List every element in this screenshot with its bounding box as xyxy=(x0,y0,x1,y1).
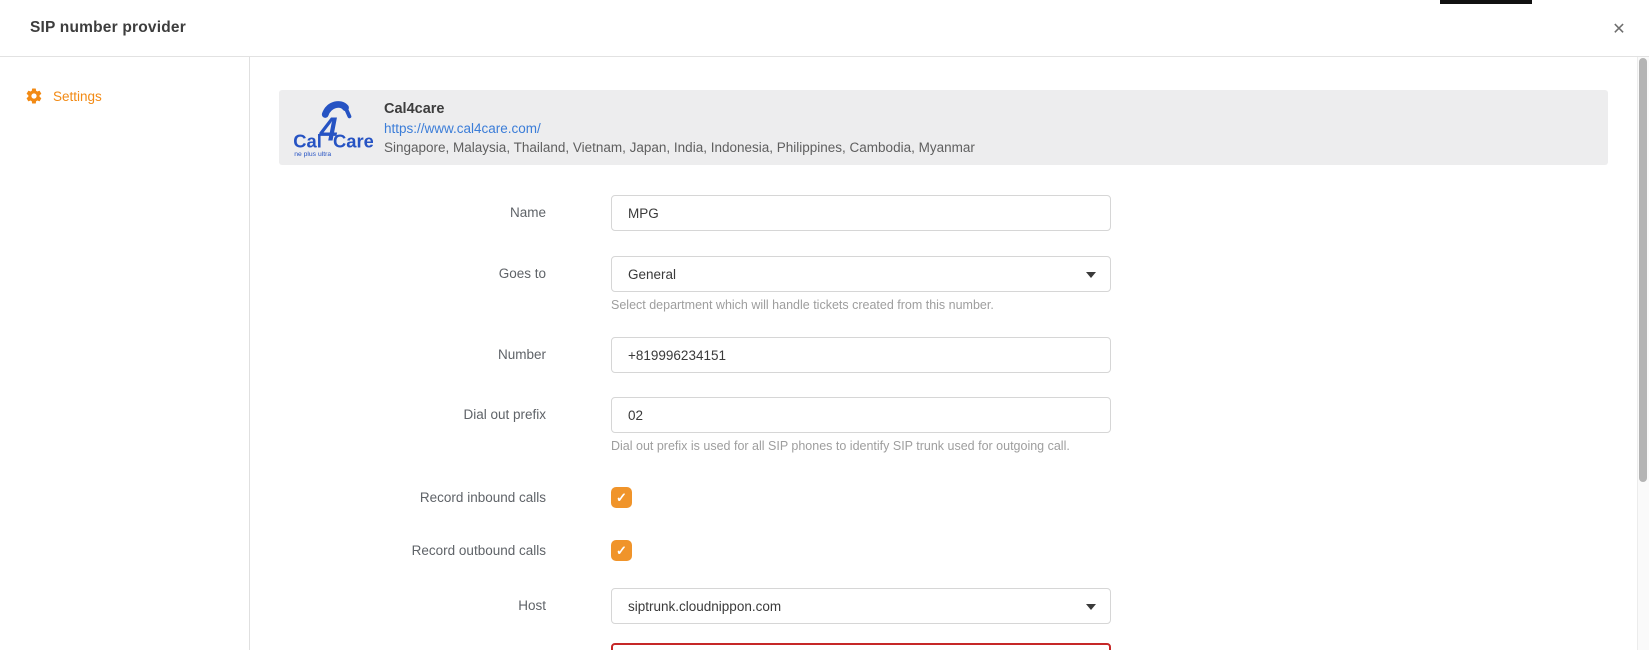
provider-logo: 4 Cal Care ne plus ultra xyxy=(291,98,373,158)
chevron-down-icon xyxy=(1086,272,1096,278)
form-row-record-inbound: Record inbound calls ✓ xyxy=(250,487,1649,508)
check-icon: ✓ xyxy=(616,491,627,504)
page-title: SIP number provider xyxy=(30,19,186,37)
goes-to-help-text: Select department which will handle tick… xyxy=(611,297,1111,313)
provider-info: Cal4care https://www.cal4care.com/ Singa… xyxy=(384,99,975,157)
sidebar: Settings xyxy=(0,57,250,650)
host-select[interactable]: siptrunk.cloudnippon.com xyxy=(611,588,1111,624)
provider-name: Cal4care xyxy=(384,99,975,119)
close-icon[interactable]: ✕ xyxy=(1607,18,1631,42)
form-row-name: Name xyxy=(250,195,1649,231)
svg-text:ne plus ultra: ne plus ultra xyxy=(294,151,331,158)
gear-icon xyxy=(25,87,43,105)
bottom-error-input[interactable] xyxy=(611,643,1111,650)
provider-url-link[interactable]: https://www.cal4care.com/ xyxy=(384,119,975,138)
form-row-goes-to: Goes to General Select department which … xyxy=(250,256,1649,313)
record-outbound-checkbox[interactable]: ✓ xyxy=(611,540,632,561)
scrollbar-thumb[interactable] xyxy=(1639,58,1647,482)
modal-header: SIP number provider ✕ xyxy=(0,0,1649,57)
host-value: siptrunk.cloudnippon.com xyxy=(628,599,781,614)
goes-to-select[interactable]: General xyxy=(611,256,1111,292)
record-outbound-label: Record outbound calls xyxy=(250,540,546,561)
sidebar-item-label: Settings xyxy=(53,89,102,104)
form-row-record-outbound: Record outbound calls ✓ xyxy=(250,540,1649,561)
form-row-bottom xyxy=(250,643,1649,650)
dial-out-prefix-label: Dial out prefix xyxy=(250,397,546,433)
number-label: Number xyxy=(250,337,546,373)
form-row-dial-out-prefix: Dial out prefix Dial out prefix is used … xyxy=(250,397,1649,454)
svg-text:Care: Care xyxy=(333,130,373,151)
chevron-down-icon xyxy=(1086,604,1096,610)
sip-number-provider-modal: SIP number provider ✕ Settings xyxy=(0,0,1649,650)
record-inbound-label: Record inbound calls xyxy=(250,487,546,508)
host-label: Host xyxy=(250,588,546,624)
settings-form: Name Goes to General Select department w… xyxy=(250,195,1649,650)
form-row-number: Number xyxy=(250,337,1649,373)
form-row-host: Host siptrunk.cloudnippon.com xyxy=(250,588,1649,624)
number-input[interactable] xyxy=(611,337,1111,373)
name-input[interactable] xyxy=(611,195,1111,231)
modal-body: Settings 4 Cal Care ne plus ultra xyxy=(0,57,1649,650)
dial-out-prefix-help-text: Dial out prefix is used for all SIP phon… xyxy=(611,438,1111,454)
top-overlay-bar xyxy=(1440,0,1532,4)
goes-to-label: Goes to xyxy=(250,256,546,292)
main-content: 4 Cal Care ne plus ultra Cal4care https:… xyxy=(250,57,1649,650)
goes-to-value: General xyxy=(628,267,676,282)
provider-card: 4 Cal Care ne plus ultra Cal4care https:… xyxy=(279,90,1608,165)
svg-text:Cal: Cal xyxy=(293,130,322,151)
sidebar-item-settings[interactable]: Settings xyxy=(0,79,249,113)
record-inbound-checkbox[interactable]: ✓ xyxy=(611,487,632,508)
scrollbar-track[interactable] xyxy=(1637,57,1649,650)
name-label: Name xyxy=(250,195,546,231)
dial-out-prefix-input[interactable] xyxy=(611,397,1111,433)
check-icon: ✓ xyxy=(616,544,627,557)
provider-countries: Singapore, Malaysia, Thailand, Vietnam, … xyxy=(384,138,975,157)
